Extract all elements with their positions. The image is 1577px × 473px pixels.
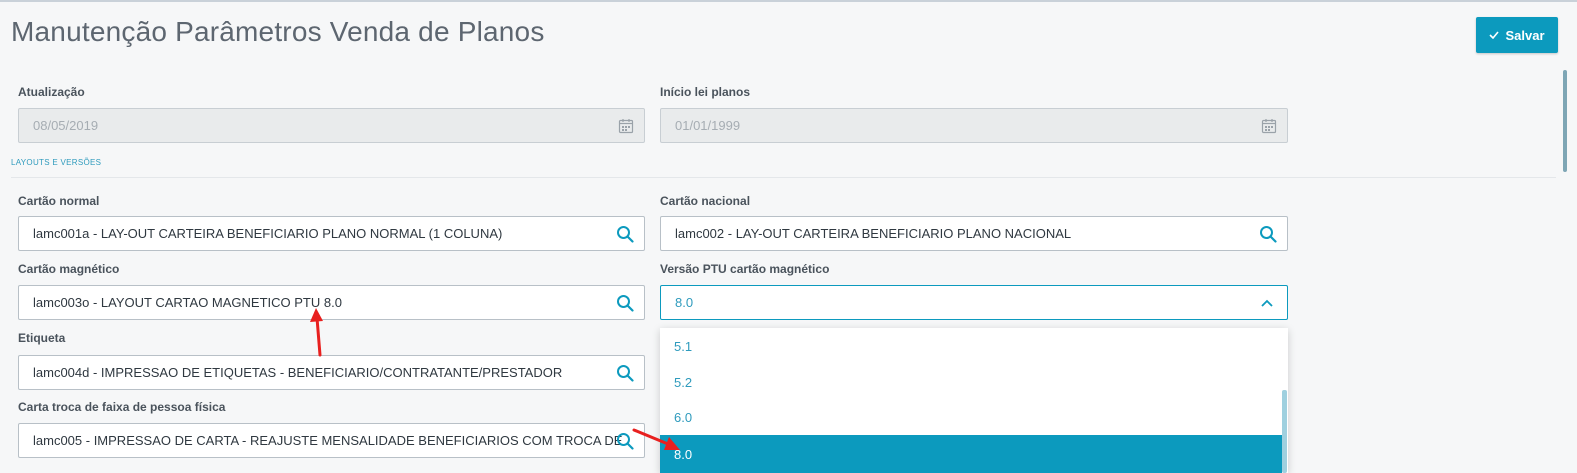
cartao-normal-field[interactable]: lamc001a - LAY-OUT CARTEIRA BENEFICIARIO… [18,216,645,251]
page-scrollbar[interactable] [1563,70,1567,172]
cartao-magnetico-field[interactable]: lamc003o - LAYOUT CARTAO MAGNETICO PTU 8… [18,285,645,320]
carta-troca-field[interactable]: lamc005 - IMPRESSAO DE CARTA - REAJUSTE … [18,423,645,458]
versao-ptu-dropdown[interactable]: 5.1 5.2 6.0 8.0 [660,328,1288,473]
versao-ptu-label: Versão PTU cartão magnético [660,262,830,276]
atualizacao-value: 08/05/2019 [33,118,99,133]
etiqueta-value: lamc004d - IMPRESSAO DE ETIQUETAS - BENE… [33,365,563,380]
calendar-icon [1261,109,1277,142]
cartao-nacional-label: Cartão nacional [660,194,751,208]
search-icon[interactable] [1259,217,1277,250]
cartao-nacional-field[interactable]: lamc002 - LAY-OUT CARTEIRA BENEFICIARIO … [660,216,1288,251]
dropdown-option-8-0[interactable]: 8.0 [660,435,1282,473]
inicio-lei-field: 01/01/1999 [660,108,1288,143]
section-divider [11,177,1556,178]
cartao-magnetico-value: lamc003o - LAYOUT CARTAO MAGNETICO PTU 8… [33,295,342,310]
etiqueta-field[interactable]: lamc004d - IMPRESSAO DE ETIQUETAS - BENE… [18,355,645,390]
section-title-layouts: LAYOUTS E VERSÕES [11,158,102,167]
save-button[interactable]: Salvar [1476,17,1558,53]
search-icon[interactable] [616,217,634,250]
atualizacao-label: Atualização [18,85,85,99]
search-icon[interactable] [616,356,634,389]
dropdown-scrollbar[interactable] [1282,390,1287,473]
calendar-icon [618,109,634,142]
versao-ptu-value: 8.0 [675,295,694,310]
carta-troca-value: lamc005 - IMPRESSAO DE CARTA - REAJUSTE … [33,433,623,448]
dropdown-option-6-0[interactable]: 6.0 [660,399,1282,435]
chevron-up-icon[interactable] [1261,286,1273,319]
etiqueta-label: Etiqueta [18,331,66,345]
search-icon[interactable] [616,286,634,319]
inicio-lei-value: 01/01/1999 [675,118,741,133]
cartao-normal-label: Cartão normal [18,194,100,208]
save-button-label: Salvar [1505,27,1545,43]
carta-troca-label: Carta troca de faixa de pessoa física [18,400,226,414]
dropdown-option-5-1[interactable]: 5.1 [660,328,1282,364]
check-icon [1489,31,1500,39]
cartao-magnetico-label: Cartão magnético [18,262,120,276]
atualizacao-field: 08/05/2019 [18,108,645,143]
versao-ptu-select[interactable]: 8.0 [660,285,1288,320]
cartao-normal-value: lamc001a - LAY-OUT CARTEIRA BENEFICIARIO… [33,226,503,241]
search-icon[interactable] [616,424,634,457]
dropdown-option-5-2[interactable]: 5.2 [660,364,1282,400]
cartao-nacional-value: lamc002 - LAY-OUT CARTEIRA BENEFICIARIO … [675,226,1072,241]
page-title: Manutenção Parâmetros Venda de Planos [11,16,545,47]
inicio-lei-label: Início lei planos [660,85,751,99]
